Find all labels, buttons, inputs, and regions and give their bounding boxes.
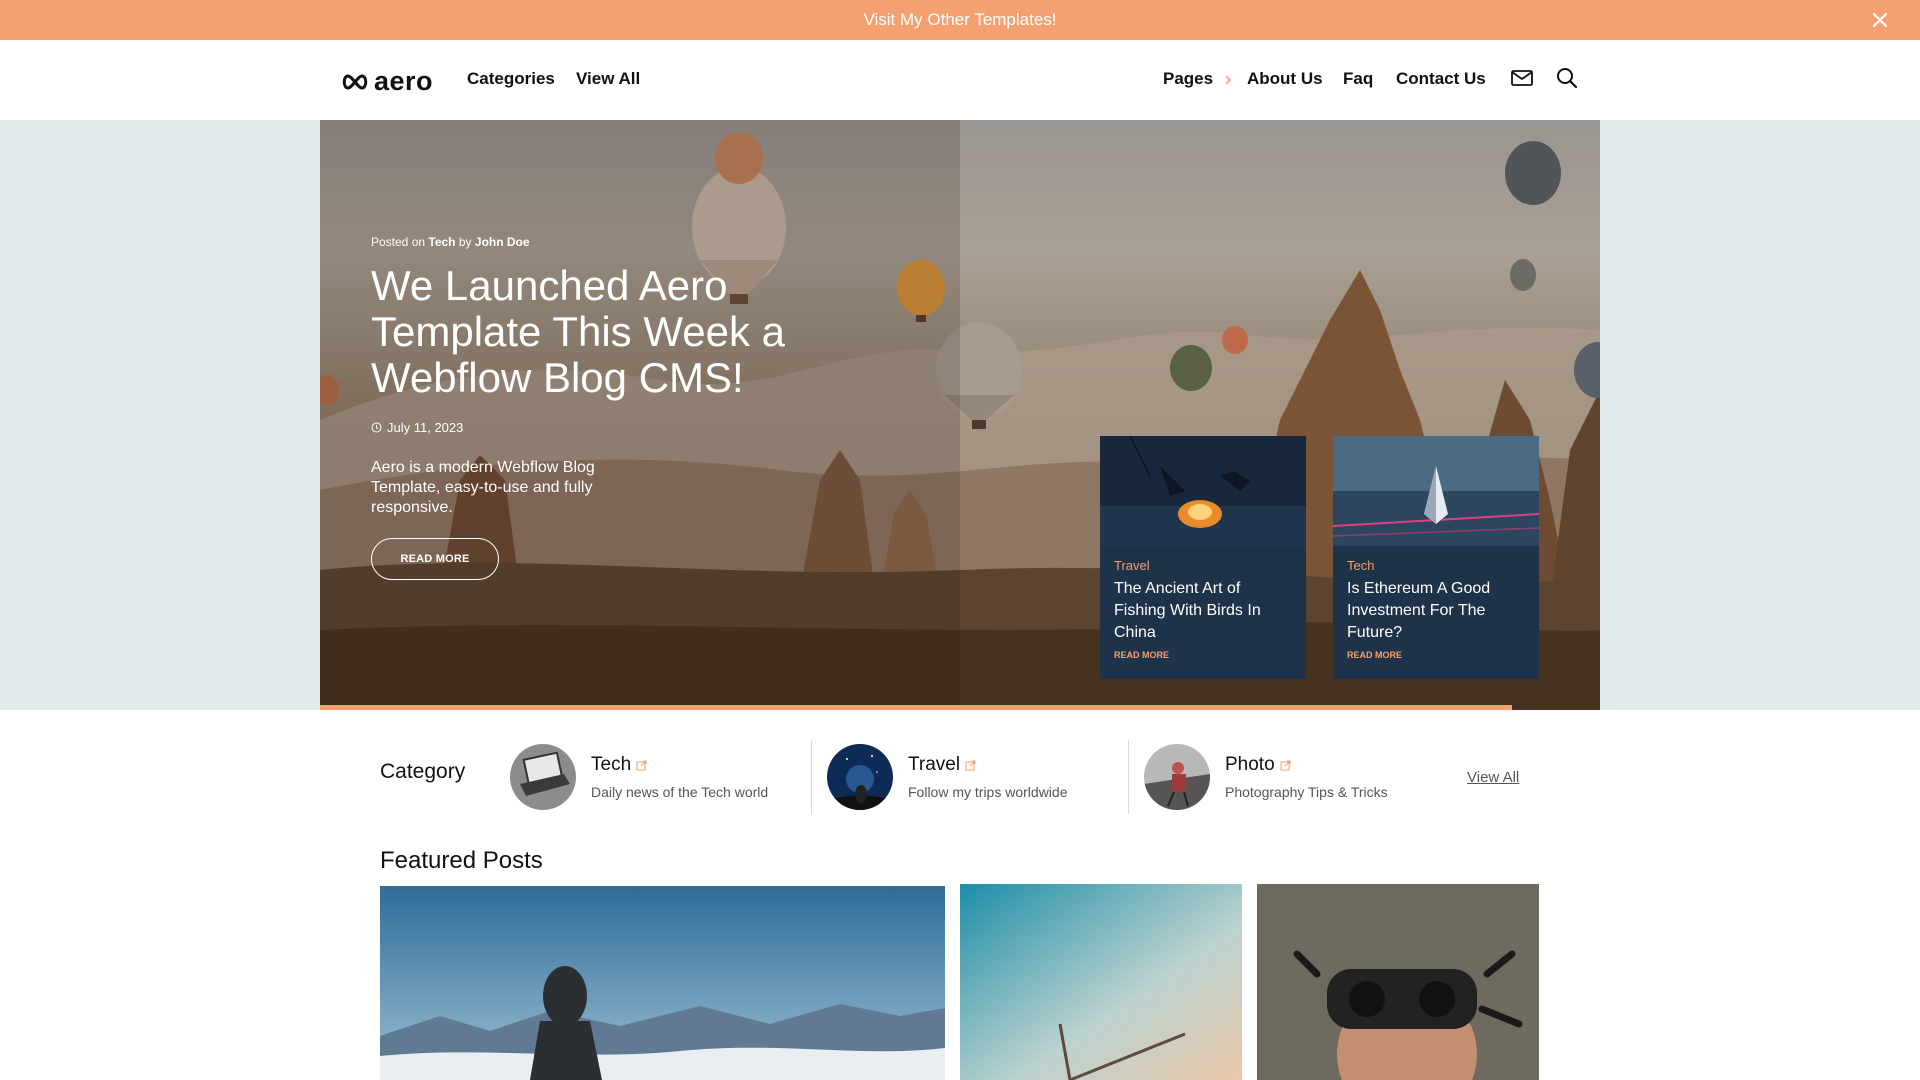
hero-date-text: July 11, 2023 xyxy=(387,420,464,435)
category-description: Daily news of the Tech world xyxy=(591,784,769,800)
hero-date: July 11, 2023 xyxy=(371,420,463,435)
card-title[interactable]: Is Ethereum A Good Investment For The Fu… xyxy=(1347,578,1527,644)
card-image-fishing xyxy=(1100,436,1306,546)
search-icon[interactable] xyxy=(1554,65,1580,91)
tech-thumbnail xyxy=(510,744,576,810)
hero-author-link[interactable]: John Doe xyxy=(475,235,530,249)
featured-post-image-1[interactable] xyxy=(380,886,945,1080)
category-description: Photography Tips & Tricks xyxy=(1225,784,1388,800)
nav-faq[interactable]: Faq xyxy=(1343,69,1373,89)
logo[interactable]: aero xyxy=(340,66,433,97)
external-link-icon xyxy=(636,760,647,770)
card-read-more[interactable]: READ MORE xyxy=(1347,650,1402,660)
category-description: Follow my trips worldwide xyxy=(908,784,1068,800)
category-divider xyxy=(1128,740,1129,814)
card-category[interactable]: Travel xyxy=(1114,558,1150,573)
nav-contact-us[interactable]: Contact Us xyxy=(1396,69,1486,89)
nav-categories[interactable]: Categories xyxy=(467,69,555,89)
category-tech[interactable]: Tech Daily news of the Tech world xyxy=(510,744,768,810)
vr-headset-image xyxy=(1257,884,1539,1080)
avatar xyxy=(1144,744,1210,810)
card-category[interactable]: Tech xyxy=(1347,558,1374,573)
nav-pages[interactable]: Pages xyxy=(1163,69,1233,89)
chevron-right-icon xyxy=(1225,74,1231,85)
hero-card-travel[interactable]: Travel The Ancient Art of Fishing With B… xyxy=(1100,436,1306,679)
category-label: Category xyxy=(380,760,466,783)
nav-about-us[interactable]: About Us xyxy=(1247,69,1323,89)
nav-pages-label: Pages xyxy=(1163,69,1214,88)
category-travel[interactable]: Travel Follow my trips worldwide xyxy=(827,744,1067,810)
logo-text: aero xyxy=(374,66,434,96)
category-name: Travel xyxy=(908,754,961,775)
promo-bar: Visit My Other Templates! xyxy=(0,0,1920,40)
featured-posts-heading: Featured Posts xyxy=(380,847,543,874)
hero-read-more-button[interactable]: READ MORE xyxy=(371,538,499,580)
featured-post-image-2[interactable] xyxy=(960,884,1242,1080)
external-link-icon xyxy=(965,760,976,770)
top-navigation: aero Categories View All Pages About Us … xyxy=(0,40,1920,120)
by-label: by xyxy=(458,235,472,249)
windmill-image xyxy=(960,884,1242,1080)
hero-card-tech[interactable]: Tech Is Ethereum A Good Investment For T… xyxy=(1333,436,1539,679)
category-divider xyxy=(811,740,812,814)
featured-post-image-3[interactable] xyxy=(1257,884,1539,1080)
hero-title[interactable]: We Launched Aero Template This Week a We… xyxy=(371,263,811,401)
hero-description: Aero is a modern Webflow Blog Template, … xyxy=(371,459,595,516)
buddha-mountains-image xyxy=(380,886,945,1080)
avatar xyxy=(510,744,576,810)
close-icon[interactable] xyxy=(1870,10,1890,30)
mail-icon[interactable] xyxy=(1509,65,1535,91)
hero-meta: Posted on Tech by John Doe xyxy=(371,235,530,249)
external-link-icon xyxy=(1280,760,1291,770)
photo-thumbnail xyxy=(1144,744,1210,810)
logo-infinity-icon xyxy=(342,73,368,90)
hero-category-link[interactable]: Tech xyxy=(428,235,455,249)
promo-link[interactable]: Visit My Other Templates! xyxy=(863,10,1056,30)
category-name: Tech xyxy=(591,754,632,775)
hero-section: Posted on Tech by John Doe We Launched A… xyxy=(320,120,1600,710)
travel-thumbnail xyxy=(827,744,893,810)
posted-on-label: Posted on xyxy=(371,235,426,249)
card-image-ethereum xyxy=(1333,436,1539,546)
view-all-categories-link[interactable]: View All xyxy=(1467,769,1519,786)
category-photo[interactable]: Photo Photography Tips & Tricks xyxy=(1144,744,1388,810)
card-read-more[interactable]: READ MORE xyxy=(1114,650,1169,660)
avatar xyxy=(827,744,893,810)
category-name: Photo xyxy=(1225,754,1275,775)
card-title[interactable]: The Ancient Art of Fishing With Birds In… xyxy=(1114,578,1294,644)
nav-view-all[interactable]: View All xyxy=(576,69,640,89)
slider-progress-bar xyxy=(320,705,1512,710)
clock-icon xyxy=(371,422,382,433)
